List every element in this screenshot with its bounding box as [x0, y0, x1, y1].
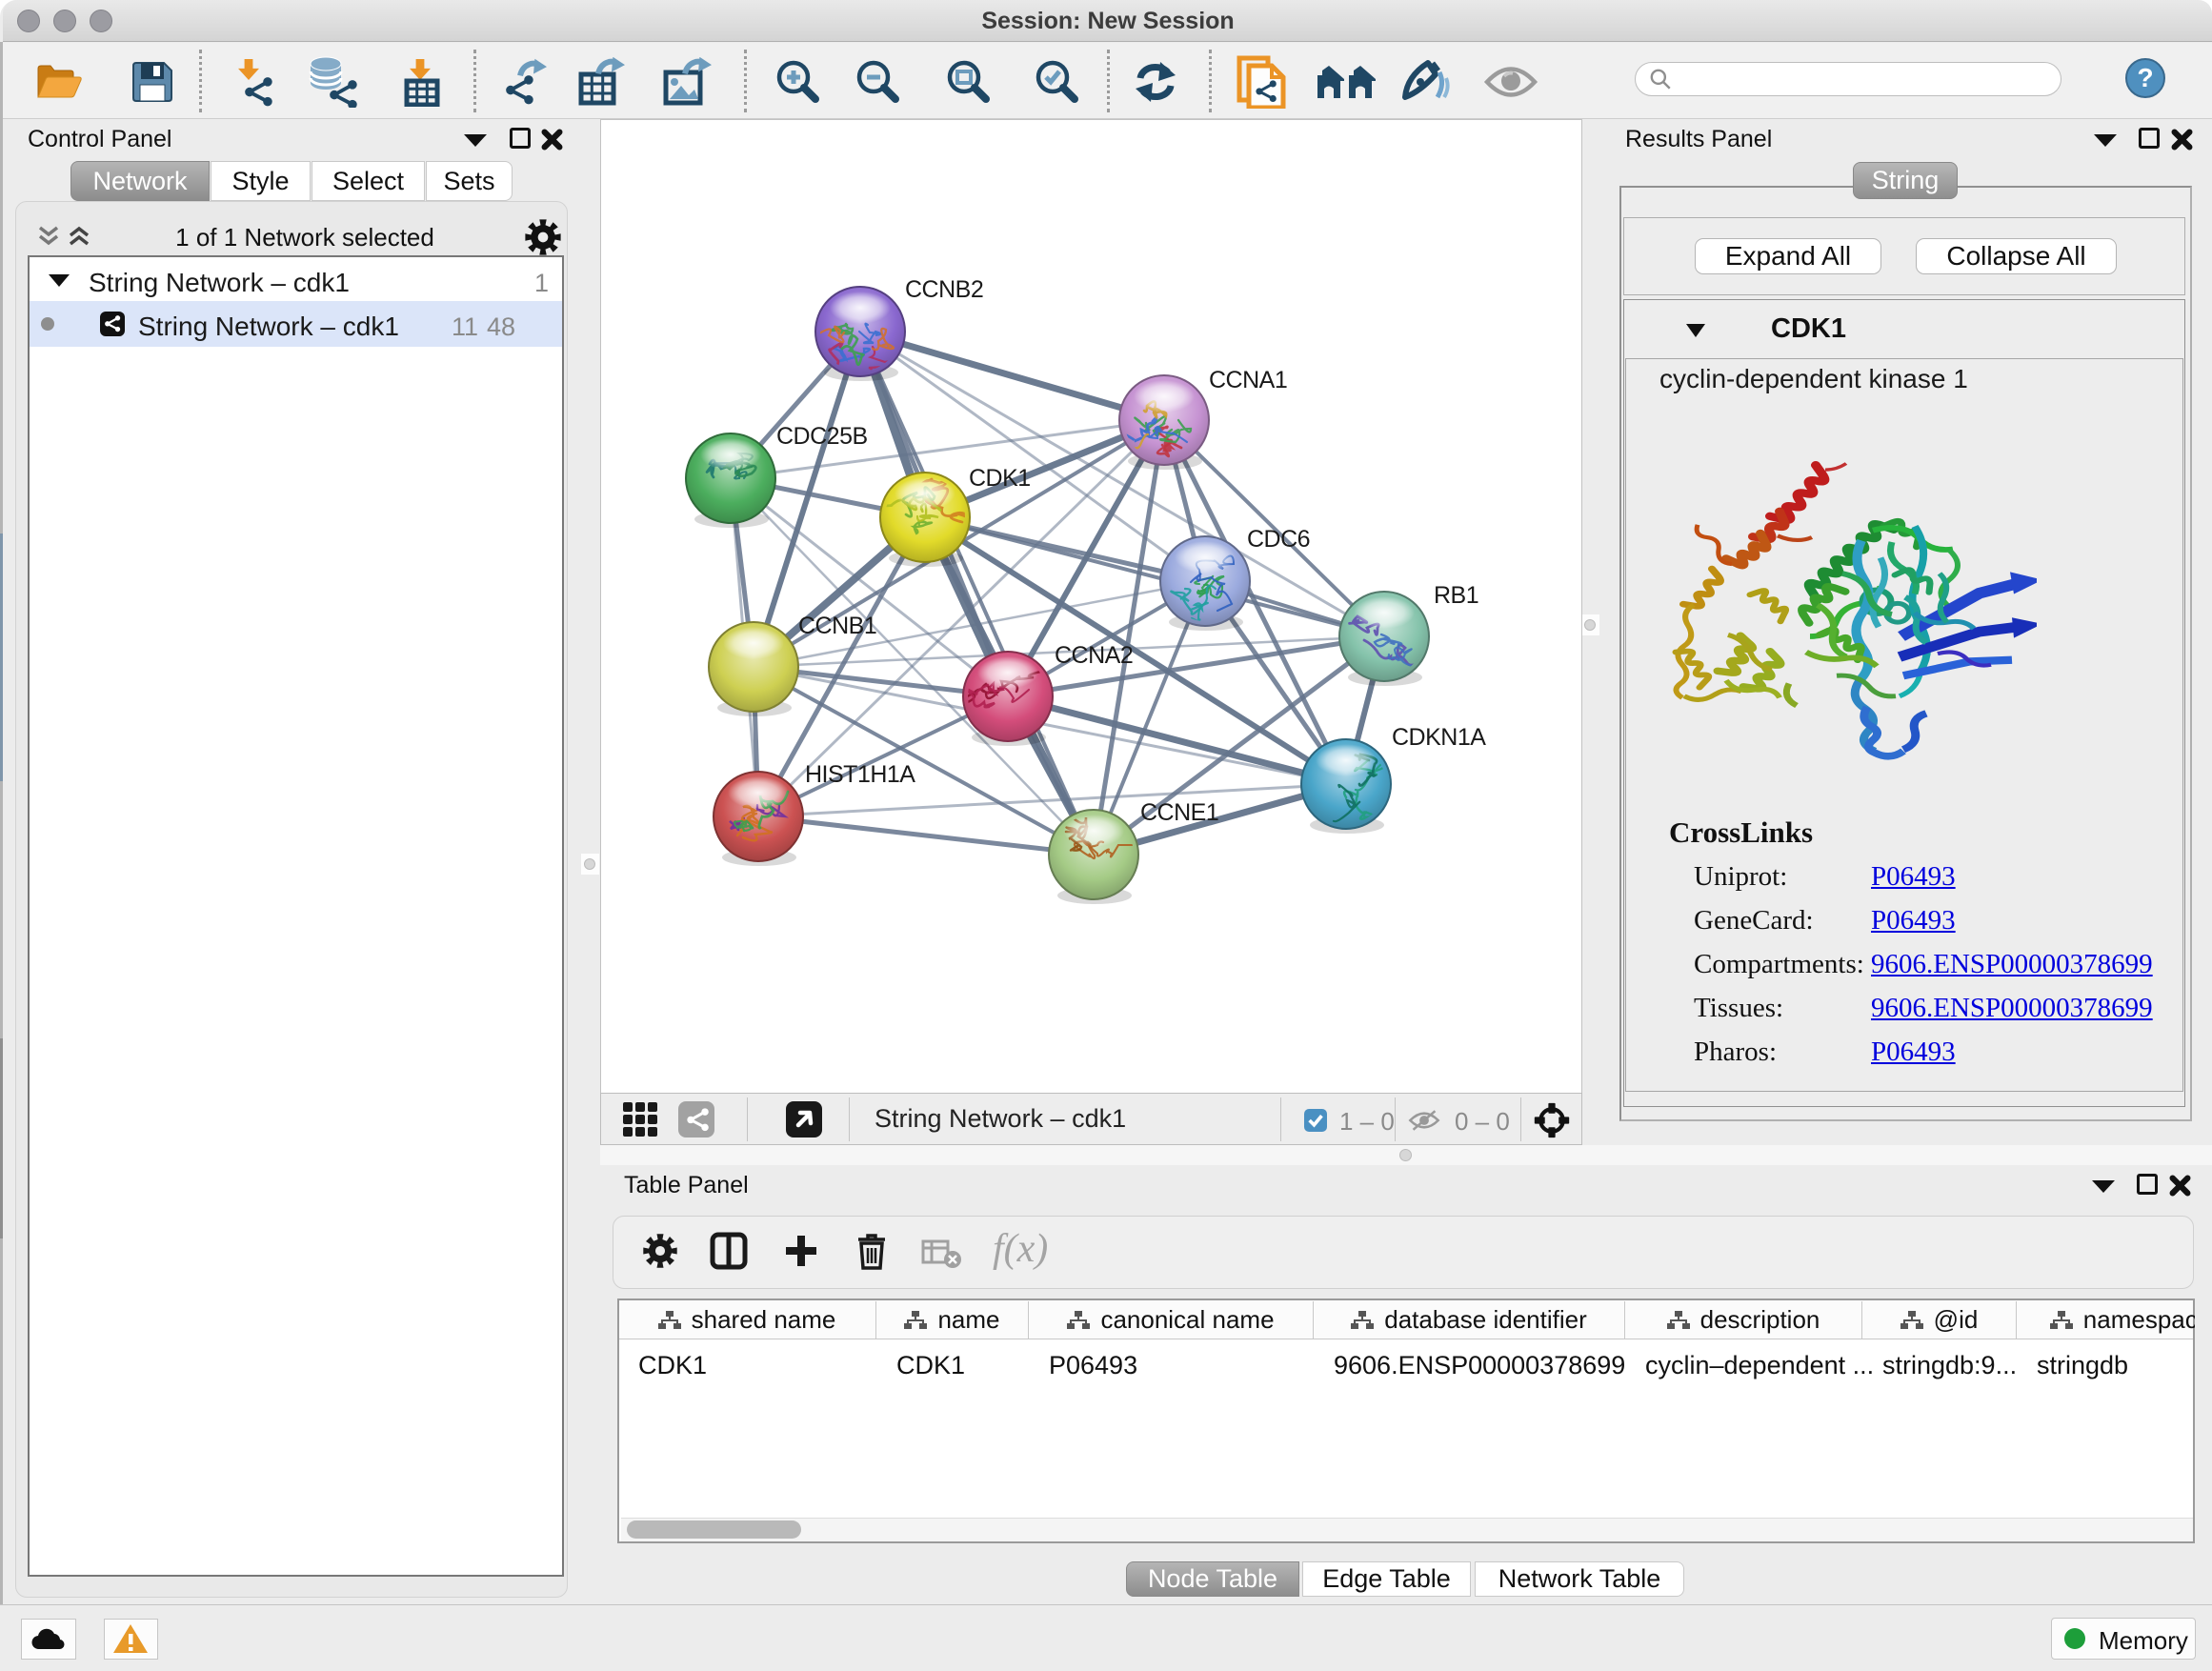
- svg-text:CDC6: CDC6: [1247, 526, 1310, 553]
- svg-text:CCNB2: CCNB2: [905, 276, 983, 303]
- svg-text:CDKN1A: CDKN1A: [1392, 724, 1486, 751]
- svg-text:RB1: RB1: [1434, 582, 1478, 609]
- svg-text:CCNB1: CCNB1: [798, 613, 876, 639]
- svg-text:HIST1H1A: HIST1H1A: [805, 761, 915, 788]
- svg-text:CCNA2: CCNA2: [1055, 642, 1133, 669]
- svg-text:CDK1: CDK1: [969, 465, 1031, 492]
- svg-text:CCNA1: CCNA1: [1209, 367, 1287, 393]
- svg-text:CCNE1: CCNE1: [1140, 799, 1218, 826]
- svg-text:CDC25B: CDC25B: [776, 423, 868, 450]
- svg-text:?: ?: [2137, 63, 2153, 92]
